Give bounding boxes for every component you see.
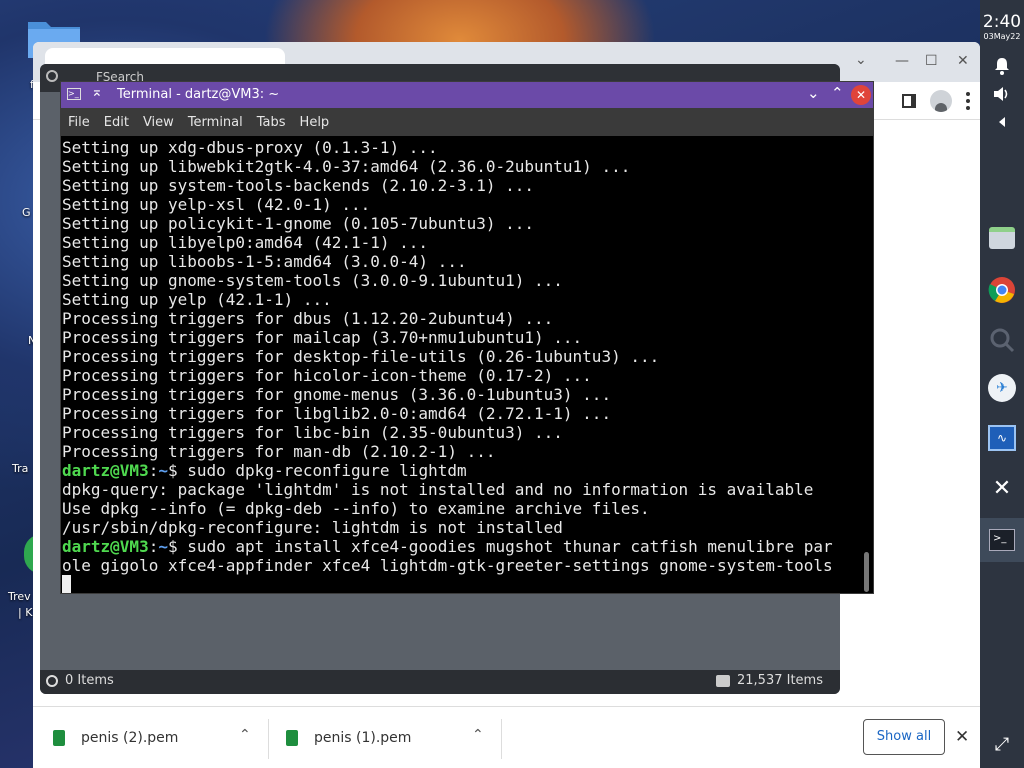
download-bar: penis (2).pem ⌃ penis (1).pem ⌃ Show all… [33, 706, 980, 768]
menu-terminal[interactable]: Terminal [188, 115, 243, 130]
divider [268, 719, 269, 759]
close-icon[interactable]: ✕ [955, 727, 969, 747]
system-shelf: 2:40 03May22 ✈ ∿ ✕ >_ ⤢ [980, 0, 1024, 768]
window-title: Terminal - dartz@VM3: ~ [117, 87, 280, 102]
fsearch-status-bar: 0 Items 21,537 Items [40, 670, 840, 694]
search-icon [46, 675, 58, 687]
clock-time: 2:40 [982, 12, 1022, 32]
download-item[interactable]: penis (2).pem ⌃ [53, 707, 268, 768]
terminal-prompt-line: dartz@VM3:~$ sudo dpkg-reconfigure light… [62, 461, 861, 480]
side-panel-icon[interactable] [902, 94, 916, 108]
terminal-line: /usr/sbin/dpkg-reconfigure: lightdm is n… [62, 518, 563, 537]
prompt-dollar: $ [167, 461, 188, 480]
terminal-line: ole gigolo xfce4-appfinder xfce4 lightdm… [62, 556, 833, 575]
chevron-up-icon[interactable]: ⌃ [472, 727, 484, 743]
terminal-line: dpkg-query: package 'lightdm' is not ins… [62, 480, 814, 499]
terminal-line: Processing triggers for libglib2.0-0:amd… [62, 404, 612, 423]
terminal-cursor-line [62, 575, 861, 594]
status-selected-count: 0 Items [65, 673, 114, 688]
terminal-line: Processing triggers for man-db (2.10.2-1… [62, 442, 496, 461]
terminal-prompt-line: dartz@VM3:~$ sudo apt install xfce4-good… [62, 537, 861, 556]
terminal-menubar: File Edit View Terminal Tabs Help [61, 108, 873, 136]
prompt-separator: : [148, 461, 159, 480]
terminal-line: Setting up policykit-1-gnome (0.105-7ubu… [62, 214, 535, 233]
minimize-button[interactable]: ⌄ [807, 84, 820, 102]
tab-search-chevron-icon[interactable]: ⌄ [855, 52, 867, 68]
menu-help[interactable]: Help [300, 115, 330, 130]
terminal-line: Setting up xdg-dbus-proxy (0.1.3-1) ... [62, 138, 438, 157]
search-icon [46, 70, 58, 82]
desktop-icon-label[interactable]: | K [18, 606, 32, 619]
desktop-icon-label[interactable]: G [22, 206, 31, 219]
prompt-dollar: $ [167, 537, 188, 556]
desktop-icon-label[interactable]: Tra [12, 462, 28, 475]
prompt-command: sudo apt install xfce4-goodies mugshot t… [187, 537, 833, 556]
maximize-button[interactable]: ⌃ [831, 84, 844, 102]
profile-avatar-icon[interactable] [930, 90, 952, 112]
terminal-app-icon: >_ [67, 88, 81, 100]
clock-date: 03May22 [983, 32, 1021, 41]
database-icon [716, 675, 730, 687]
download-filename: penis (2).pem [81, 730, 179, 746]
files-app-icon[interactable] [984, 220, 1020, 256]
terminal-line: Setting up gnome-system-tools (3.0.0-9.1… [62, 271, 563, 290]
menu-edit[interactable]: Edit [104, 115, 129, 130]
download-filename: penis (1).pem [314, 730, 412, 746]
terminal-line: Use dpkg --info (= dpkg-deb --info) to e… [62, 499, 650, 518]
restore-icon[interactable]: ⌅ [91, 84, 103, 100]
file-icon [53, 730, 65, 746]
terminal-output[interactable]: Setting up xdg-dbus-proxy (0.1.3-1) ... S… [61, 136, 861, 594]
maximize-button[interactable]: ☐ [925, 53, 938, 69]
close-icon[interactable]: ✕ [984, 470, 1020, 506]
download-item[interactable]: penis (1).pem ⌃ [286, 707, 501, 768]
terminal-line: Processing triggers for hicolor-icon-the… [62, 366, 592, 385]
chevron-up-icon[interactable]: ⌃ [239, 727, 251, 743]
app-launcher-icon[interactable]: ✈ [984, 370, 1020, 406]
close-button[interactable]: ✕ [851, 85, 871, 105]
terminal-line: Setting up yelp (42.1-1) ... [62, 290, 332, 309]
terminal-window: >_ ⌅ Terminal - dartz@VM3: ~ ⌄ ⌃ ✕ File … [60, 81, 874, 594]
terminal-scrollbar[interactable] [864, 552, 869, 592]
terminal-line: Setting up system-tools-backends (2.10.2… [62, 176, 535, 195]
screen-capture-icon[interactable]: ⤢ [984, 726, 1020, 762]
chrome-icon[interactable] [984, 272, 1020, 308]
terminal-line: Setting up yelp-xsl (42.0-1) ... [62, 195, 371, 214]
search-icon[interactable] [984, 322, 1020, 358]
clock[interactable]: 2:40 03May22 [980, 12, 1024, 41]
toolbar-right-icons [902, 90, 970, 112]
terminal-titlebar[interactable]: >_ ⌅ Terminal - dartz@VM3: ~ ⌄ ⌃ ✕ [61, 82, 873, 108]
menu-view[interactable]: View [143, 115, 174, 130]
show-all-label: Show all [876, 729, 932, 744]
prompt-separator: : [148, 537, 159, 556]
prompt-user: dartz@VM3 [62, 537, 149, 556]
terminal-line: Processing triggers for gnome-menus (3.3… [62, 385, 612, 404]
terminal-line: Setting up libyelp0:amd64 (42.1-1) ... [62, 233, 429, 252]
prompt-path: ~ [158, 461, 168, 480]
terminal-line: Processing triggers for desktop-file-uti… [62, 347, 660, 366]
text-cursor [62, 575, 71, 593]
show-all-button[interactable]: Show all [863, 719, 945, 755]
file-icon [286, 730, 298, 746]
terminal-line: Setting up liboobs-1-5:amd64 (3.0.0-4) .… [62, 252, 467, 271]
terminal-icon[interactable]: >_ [980, 518, 1024, 562]
prompt-path: ~ [158, 537, 168, 556]
status-total-count: 21,537 Items [737, 673, 823, 688]
minimize-button[interactable]: — [895, 53, 909, 69]
prompt-command: sudo dpkg-reconfigure lightdm [187, 461, 467, 480]
terminal-line: Processing triggers for mailcap (3.70+nm… [62, 328, 583, 347]
desktop-icon-label[interactable]: Trev [8, 590, 31, 603]
menu-file[interactable]: File [68, 115, 90, 130]
close-button[interactable]: ✕ [957, 53, 969, 69]
more-menu-icon[interactable] [966, 92, 970, 110]
divider [501, 719, 502, 759]
menu-tabs[interactable]: Tabs [257, 115, 286, 130]
prompt-user: dartz@VM3 [62, 461, 149, 480]
system-monitor-icon[interactable]: ∿ [984, 420, 1020, 456]
terminal-line: Processing triggers for dbus (1.12.20-2u… [62, 309, 554, 328]
terminal-line: Processing triggers for libc-bin (2.35-0… [62, 423, 563, 442]
collapse-arrow-icon[interactable] [984, 104, 1020, 140]
terminal-line: Setting up libwebkit2gtk-4.0-37:amd64 (2… [62, 157, 631, 176]
